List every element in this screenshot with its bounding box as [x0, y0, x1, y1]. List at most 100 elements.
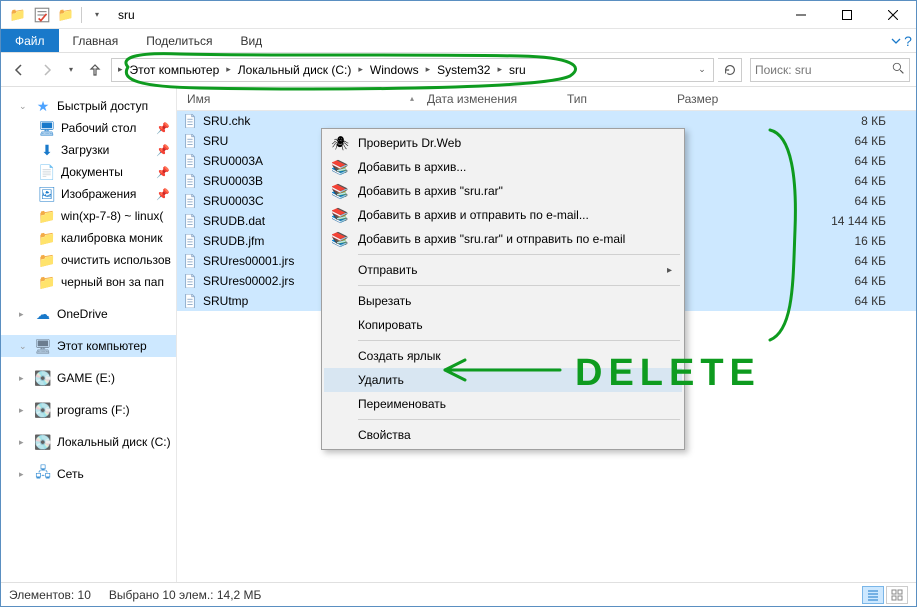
minimize-button[interactable]: [778, 1, 824, 28]
status-item-count: Элементов: 10: [9, 588, 91, 602]
navpane-folder[interactable]: 📁win(xp-7-8) ~ linux(: [1, 205, 176, 227]
view-icons-button[interactable]: [886, 586, 908, 604]
onedrive-icon: ☁: [35, 306, 51, 322]
documents-icon: 📄: [39, 164, 55, 180]
up-button[interactable]: [83, 58, 107, 82]
downloads-icon: ⬇: [39, 142, 55, 158]
breadcrumb-sru[interactable]: sru: [506, 63, 529, 77]
ctx-divider: [358, 254, 680, 255]
breadcrumb-windows[interactable]: Windows: [367, 63, 422, 77]
breadcrumb-chevron[interactable]: ▸: [222, 64, 235, 75]
navpane-drive-e[interactable]: ▸💽GAME (E:): [1, 367, 176, 389]
tab-home[interactable]: Главная: [59, 29, 133, 52]
breadcrumb-chevron[interactable]: ▸: [493, 64, 506, 75]
navpane-folder[interactable]: 📁черный вон за пап: [1, 271, 176, 293]
search-placeholder: Поиск: sru: [755, 63, 812, 77]
desktop-icon: 🖥: [39, 120, 55, 136]
column-header-type[interactable]: Тип: [561, 87, 671, 110]
column-header-date[interactable]: Дата изменения: [421, 87, 561, 110]
winrar-icon: 📚: [330, 157, 350, 177]
navpane-quick-access[interactable]: ⌄★Быстрый доступ: [1, 95, 176, 117]
navpane-folder[interactable]: 📁калибровка моник: [1, 227, 176, 249]
qat-new-folder-icon[interactable]: 📁: [57, 6, 75, 24]
folder-icon: 📁: [39, 252, 55, 268]
ctx-add-email[interactable]: 📚Добавить в архив и отправить по e-mail.…: [324, 203, 682, 227]
refresh-button[interactable]: [718, 58, 742, 82]
navpane-downloads[interactable]: ⬇Загрузки📌: [1, 139, 176, 161]
breadcrumb-system32[interactable]: System32: [434, 63, 493, 77]
ctx-rename[interactable]: Переименовать: [324, 392, 682, 416]
search-box[interactable]: Поиск: sru: [750, 58, 910, 82]
ctx-add-sru[interactable]: 📚Добавить в архив "sru.rar": [324, 179, 682, 203]
navpane-folder[interactable]: 📁очистить использов: [1, 249, 176, 271]
ctx-send-to[interactable]: Отправить▸: [324, 258, 682, 282]
star-icon: ★: [35, 98, 51, 114]
close-button[interactable]: [870, 1, 916, 28]
navpane-network[interactable]: ▸🖧Сеть: [1, 463, 176, 485]
view-details-button[interactable]: [862, 586, 884, 604]
winrar-icon: 📚: [330, 205, 350, 225]
navpane-desktop[interactable]: 🖥Рабочий стол📌: [1, 117, 176, 139]
file-size: 16 КБ: [669, 234, 916, 248]
status-bar: Элементов: 10 Выбрано 10 элем.: 14,2 МБ: [1, 582, 916, 606]
navpane-pictures[interactable]: 🖼Изображения📌: [1, 183, 176, 205]
drive-icon: 💽: [35, 434, 51, 450]
breadcrumb-chevron[interactable]: ▸: [354, 64, 367, 75]
breadcrumb-thispc[interactable]: Этот компьютер: [127, 63, 223, 77]
back-button[interactable]: [7, 58, 31, 82]
window-title: sru: [114, 8, 778, 22]
sort-indicator-icon: ▴: [410, 94, 414, 103]
winrar-icon: 📚: [330, 181, 350, 201]
maximize-button[interactable]: [824, 1, 870, 28]
ctx-cut[interactable]: Вырезать: [324, 289, 682, 313]
tab-share[interactable]: Поделиться: [132, 29, 226, 52]
ctx-add-sru-email[interactable]: 📚Добавить в архив "sru.rar" и отправить …: [324, 227, 682, 251]
navigation-pane: ⌄★Быстрый доступ 🖥Рабочий стол📌 ⬇Загрузк…: [1, 87, 177, 582]
address-bar[interactable]: ▸ Этот компьютер ▸ Локальный диск (C:) ▸…: [111, 58, 714, 82]
navpane-this-pc[interactable]: ⌄🖥Этот компьютер: [1, 335, 176, 357]
breadcrumb-c[interactable]: Локальный диск (C:): [235, 63, 355, 77]
ctx-drweb[interactable]: 🕷Проверить Dr.Web: [324, 131, 682, 155]
column-header-size[interactable]: Размер: [671, 87, 916, 110]
file-size: 64 КБ: [669, 154, 916, 168]
drive-icon: 💽: [35, 402, 51, 418]
file-size: 64 КБ: [669, 174, 916, 188]
search-icon[interactable]: [892, 62, 905, 78]
title-bar: 📁 📁 ▾ sru: [1, 1, 916, 29]
folder-icon: 📁: [39, 230, 55, 246]
qat-dropdown-icon[interactable]: ▾: [88, 6, 106, 24]
ctx-divider: [358, 285, 680, 286]
drive-icon: 💽: [35, 370, 51, 386]
navpane-drive-c[interactable]: ▸💽Локальный диск (C:): [1, 431, 176, 453]
file-icon: [181, 154, 199, 168]
ribbon-expand-icon[interactable]: ?: [886, 29, 916, 52]
file-icon: [181, 114, 199, 128]
network-icon: 🖧: [35, 466, 51, 482]
tab-view[interactable]: Вид: [226, 29, 276, 52]
navpane-onedrive[interactable]: ▸☁OneDrive: [1, 303, 176, 325]
qat-properties-icon[interactable]: [33, 6, 51, 24]
address-history-icon[interactable]: ⌄: [693, 64, 711, 75]
column-headers: Имя▴ Дата изменения Тип Размер: [177, 87, 916, 111]
ctx-create-shortcut[interactable]: Создать ярлык: [324, 344, 682, 368]
ctx-divider: [358, 340, 680, 341]
file-icon: [181, 174, 199, 188]
column-header-name[interactable]: Имя▴: [181, 87, 421, 110]
pin-icon: 📌: [156, 188, 176, 201]
file-size: 64 КБ: [669, 294, 916, 308]
forward-button[interactable]: [35, 58, 59, 82]
context-menu: 🕷Проверить Dr.Web 📚Добавить в архив... 📚…: [321, 128, 685, 450]
tab-file[interactable]: Файл: [1, 29, 59, 52]
breadcrumb-chevron[interactable]: ▸: [422, 64, 435, 75]
submenu-arrow-icon: ▸: [667, 265, 682, 276]
ctx-add-archive[interactable]: 📚Добавить в архив...: [324, 155, 682, 179]
navigation-bar: ▾ ▸ Этот компьютер ▸ Локальный диск (C:)…: [1, 53, 916, 87]
navpane-documents[interactable]: 📄Документы📌: [1, 161, 176, 183]
navpane-drive-f[interactable]: ▸💽programs (F:): [1, 399, 176, 421]
recent-locations-button[interactable]: ▾: [63, 58, 79, 82]
file-size: 64 КБ: [669, 274, 916, 288]
ctx-properties[interactable]: Свойства: [324, 423, 682, 447]
breadcrumb-root-chevron[interactable]: ▸: [114, 64, 127, 75]
ctx-delete[interactable]: Удалить: [324, 368, 682, 392]
ctx-copy[interactable]: Копировать: [324, 313, 682, 337]
